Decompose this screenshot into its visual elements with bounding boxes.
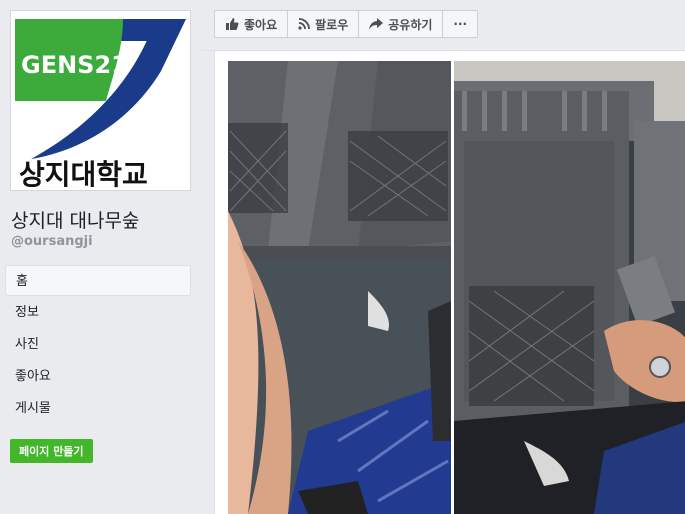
like-button[interactable]: 좋아요	[215, 11, 289, 37]
like-label: 좋아요	[244, 17, 278, 32]
share-button[interactable]: 공유하기	[359, 11, 444, 37]
more-icon: ···	[453, 17, 468, 31]
post-photo-left[interactable]	[228, 61, 451, 514]
page-nav: 홈 정보 사진 좋아요 게시물	[5, 265, 191, 425]
follow-label: 팔로우	[315, 17, 349, 32]
thumbs-up-icon	[226, 18, 239, 30]
create-page-button[interactable]: 페이지 만들기	[10, 439, 93, 463]
university-logo: GENS21 상지대학교	[15, 19, 186, 190]
left-sidebar: GENS21 상지대학교 상지대 대나무숲 @oursangji 홈 정보 사진…	[0, 0, 202, 514]
main-column: 좋아요 팔로우 공유하기 ···	[202, 0, 685, 514]
nav-item-home[interactable]: 홈	[5, 265, 191, 296]
bus-seat-photo-right	[454, 61, 685, 514]
nav-item-photos[interactable]: 사진	[5, 329, 191, 360]
follow-button[interactable]: 팔로우	[288, 11, 360, 37]
nav-item-about[interactable]: 정보	[5, 297, 191, 328]
more-options-button[interactable]: ···	[443, 11, 477, 37]
logo-text: GENS21	[21, 51, 128, 79]
page-handle[interactable]: @oursangji	[11, 234, 93, 249]
nav-item-posts[interactable]: 게시물	[5, 393, 191, 424]
share-label: 공유하기	[388, 17, 433, 32]
share-arrow-icon	[369, 18, 384, 30]
bus-seat-photo-left	[228, 61, 451, 514]
profile-picture[interactable]: GENS21 상지대학교	[10, 10, 191, 191]
page-name[interactable]: 상지대 대나무숲	[11, 206, 139, 233]
post-card	[214, 51, 685, 514]
rss-icon	[298, 18, 311, 30]
post-photo-right[interactable]	[454, 61, 685, 514]
logo-caption: 상지대학교	[19, 158, 148, 190]
page-action-bar: 좋아요 팔로우 공유하기 ···	[214, 10, 479, 38]
nav-item-likes[interactable]: 좋아요	[5, 361, 191, 392]
